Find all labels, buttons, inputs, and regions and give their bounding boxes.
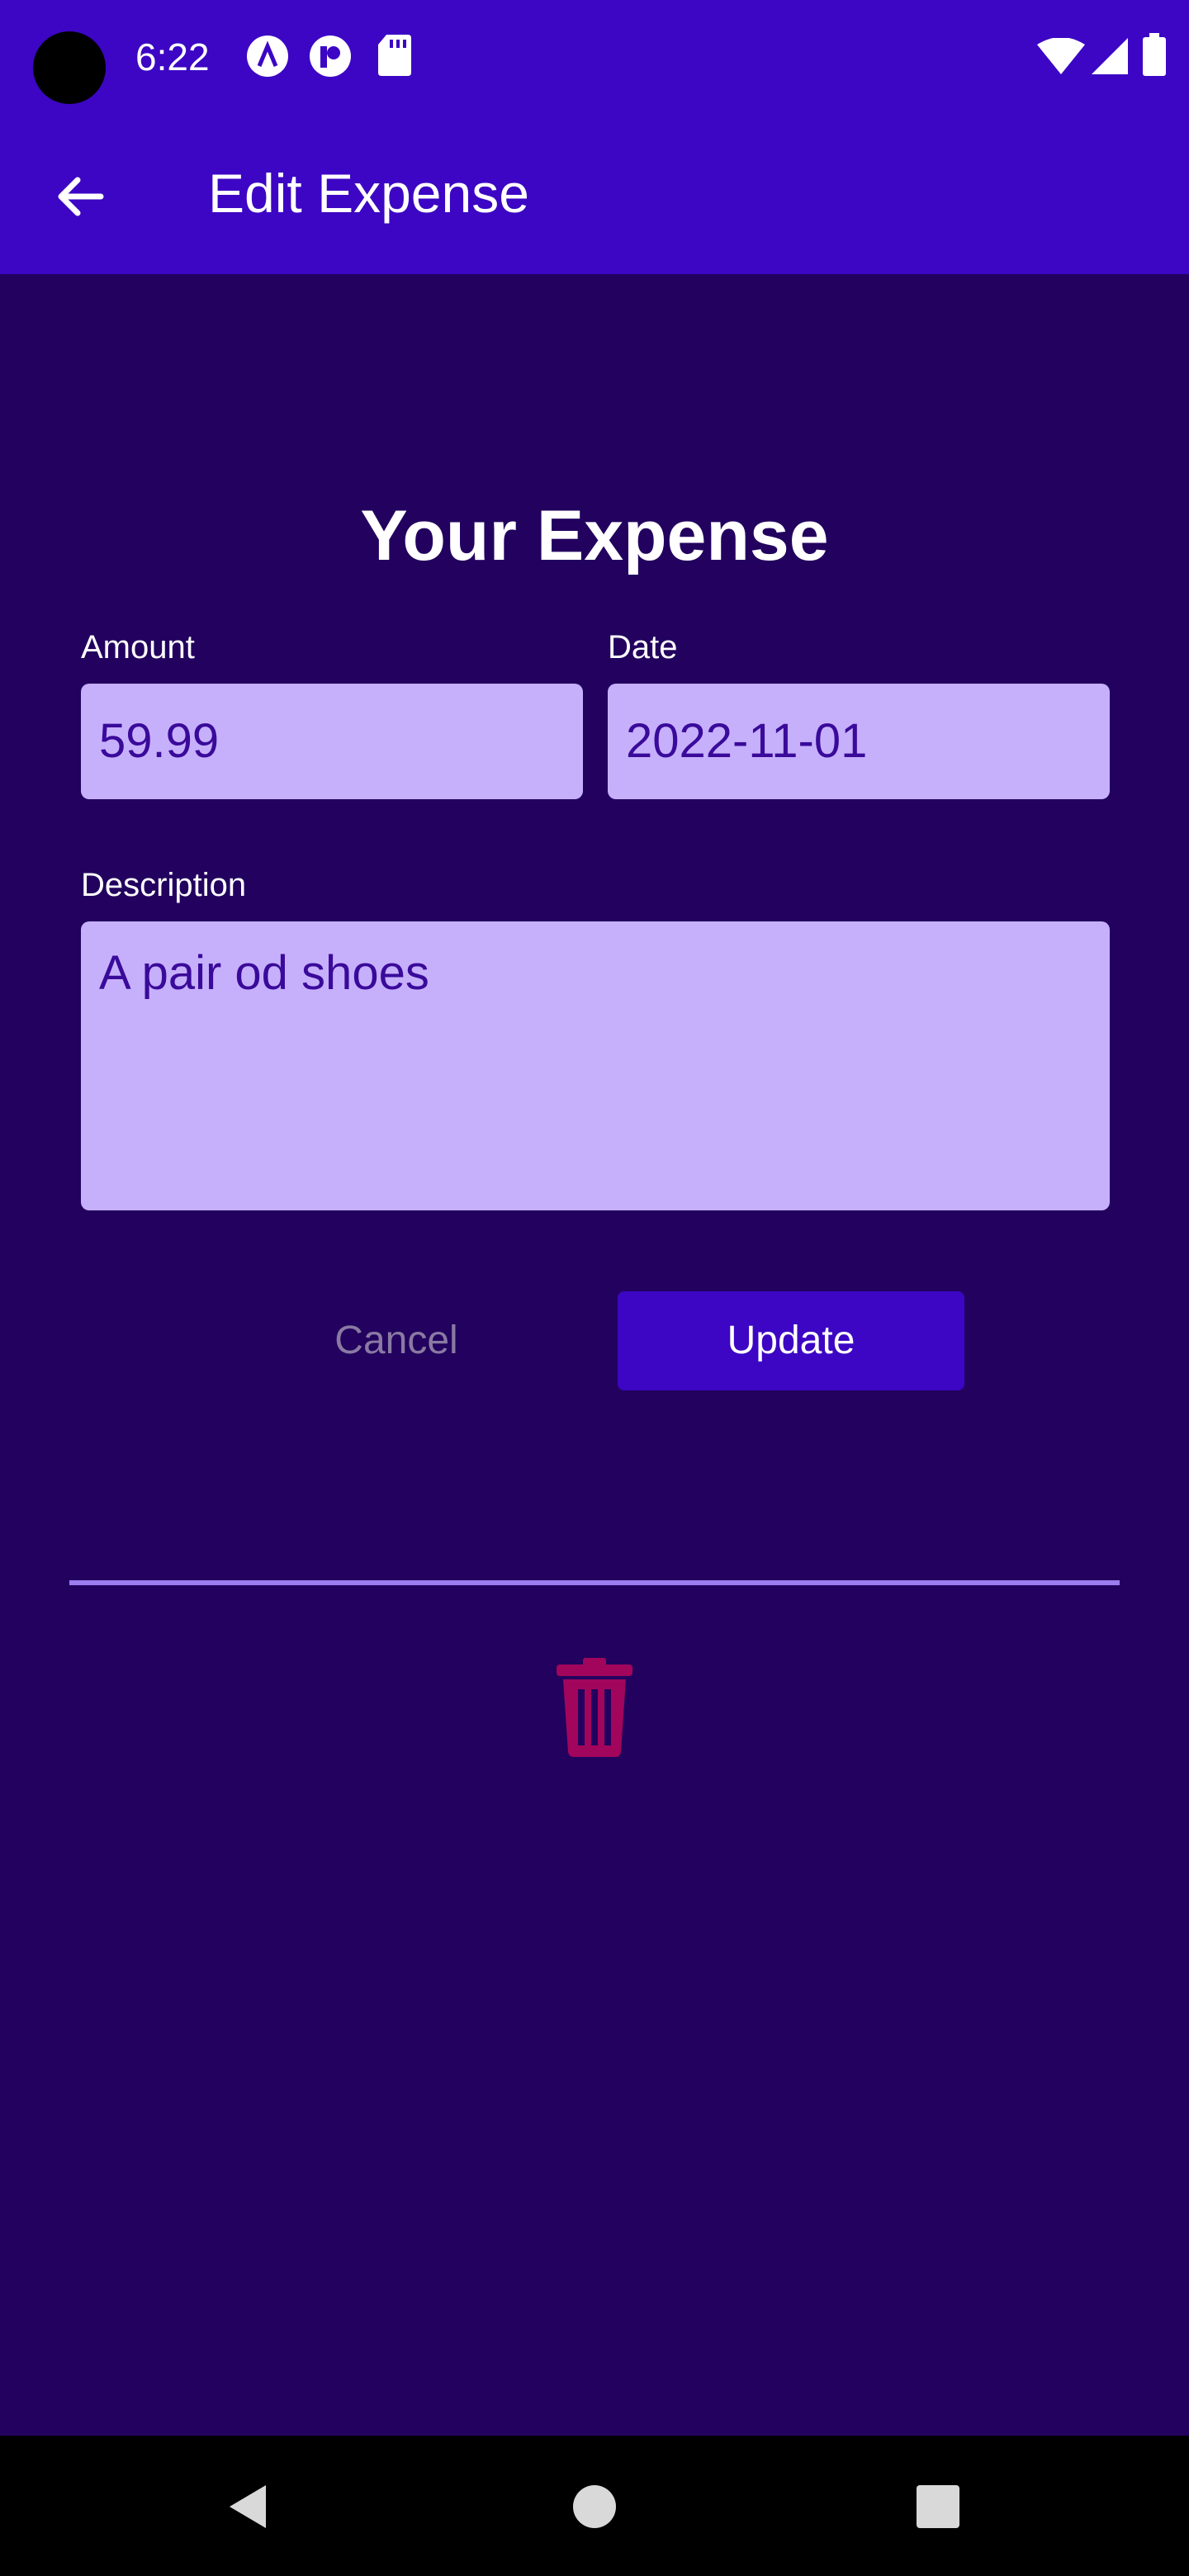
arrow-back-icon[interactable] xyxy=(48,163,114,230)
nav-home-icon[interactable] xyxy=(571,2484,618,2530)
system-nav-bar xyxy=(0,2436,1189,2576)
amount-input[interactable]: 59.99 xyxy=(81,684,583,799)
cancel-button[interactable]: Cancel xyxy=(272,1291,520,1390)
sd-card-icon xyxy=(378,35,411,76)
status-bar: 6:22 xyxy=(0,0,1189,114)
camera-cutout xyxy=(33,31,106,104)
battery-icon xyxy=(1143,33,1166,76)
app-bar: Edit Expense xyxy=(0,114,1189,274)
circle-a-icon xyxy=(247,36,288,77)
nav-recents-icon[interactable] xyxy=(915,2484,961,2530)
date-label: Date xyxy=(608,629,678,665)
circle-p-icon xyxy=(310,36,351,77)
signal-icon xyxy=(1092,38,1128,74)
amount-label: Amount xyxy=(81,629,195,665)
update-button[interactable]: Update xyxy=(618,1291,964,1390)
status-time: 6:22 xyxy=(135,36,210,78)
form-title: Your Expense xyxy=(360,496,829,575)
date-input[interactable]: 2022-11-01 xyxy=(608,684,1110,799)
app-bar-title: Edit Expense xyxy=(208,163,529,224)
trash-icon[interactable] xyxy=(553,1658,636,1757)
divider xyxy=(69,1580,1120,1585)
description-label: Description xyxy=(81,867,247,903)
nav-back-icon[interactable] xyxy=(223,2482,272,2531)
wifi-icon xyxy=(1037,38,1085,74)
description-input[interactable]: A pair od shoes xyxy=(81,921,1110,1210)
